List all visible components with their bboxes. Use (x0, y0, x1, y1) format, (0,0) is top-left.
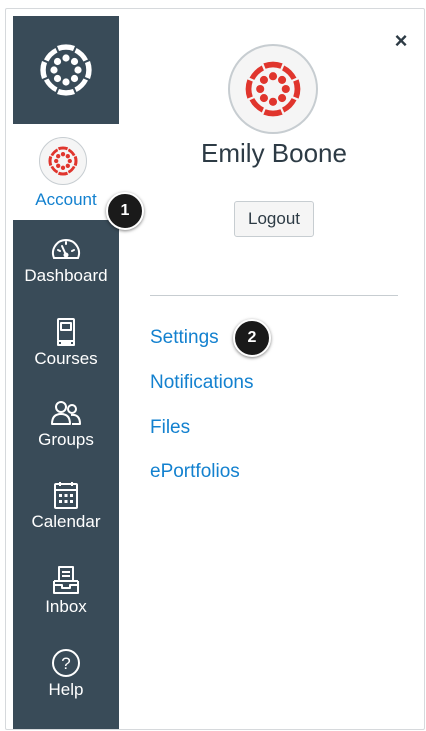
settings-link[interactable]: Settings (150, 327, 219, 349)
account-avatar (39, 137, 87, 185)
nav-item-inbox[interactable]: Inbox (13, 565, 119, 617)
eportfolios-link[interactable]: ePortfolios (150, 461, 240, 483)
nav-item-courses[interactable]: Courses (13, 317, 119, 369)
nav-item-calendar[interactable]: Calendar (13, 480, 119, 532)
logout-button[interactable]: Logout (234, 201, 314, 237)
inbox-icon (53, 566, 79, 594)
nav-item-dashboard-label: Dashboard (24, 266, 108, 285)
canvas-logo[interactable] (13, 16, 119, 124)
notifications-link[interactable]: Notifications (150, 372, 254, 394)
nav-item-calendar-label: Calendar (31, 512, 101, 531)
step-badge-2: 2 (233, 319, 271, 357)
nav-item-help[interactable]: ? Help (13, 648, 119, 700)
tray-divider (150, 295, 398, 296)
help-icon: ? (52, 649, 80, 677)
nav-item-groups[interactable]: Groups (13, 398, 119, 450)
svg-text:?: ? (61, 654, 70, 673)
courses-icon (57, 318, 75, 346)
user-avatar (228, 44, 318, 134)
close-icon[interactable]: × (390, 30, 412, 52)
nav-item-inbox-label: Inbox (45, 597, 87, 616)
nav-item-courses-label: Courses (34, 349, 98, 368)
step-badge-1: 1 (106, 192, 144, 230)
calendar-icon (54, 482, 78, 509)
nav-item-help-label: Help (48, 680, 84, 699)
nav-item-dashboard[interactable]: Dashboard (13, 234, 119, 286)
nav-item-account-label: Account (35, 190, 97, 209)
groups-icon (51, 401, 81, 425)
dashboard-icon (52, 239, 80, 259)
files-link[interactable]: Files (150, 417, 190, 439)
user-name: Emily Boone (201, 138, 347, 168)
nav-item-groups-label: Groups (38, 430, 94, 449)
canvas-logo-icon (40, 44, 92, 96)
nav-item-account[interactable]: Account (13, 124, 119, 220)
canvas-avatar-icon (48, 146, 78, 176)
canvas-user-avatar-icon (245, 61, 301, 117)
